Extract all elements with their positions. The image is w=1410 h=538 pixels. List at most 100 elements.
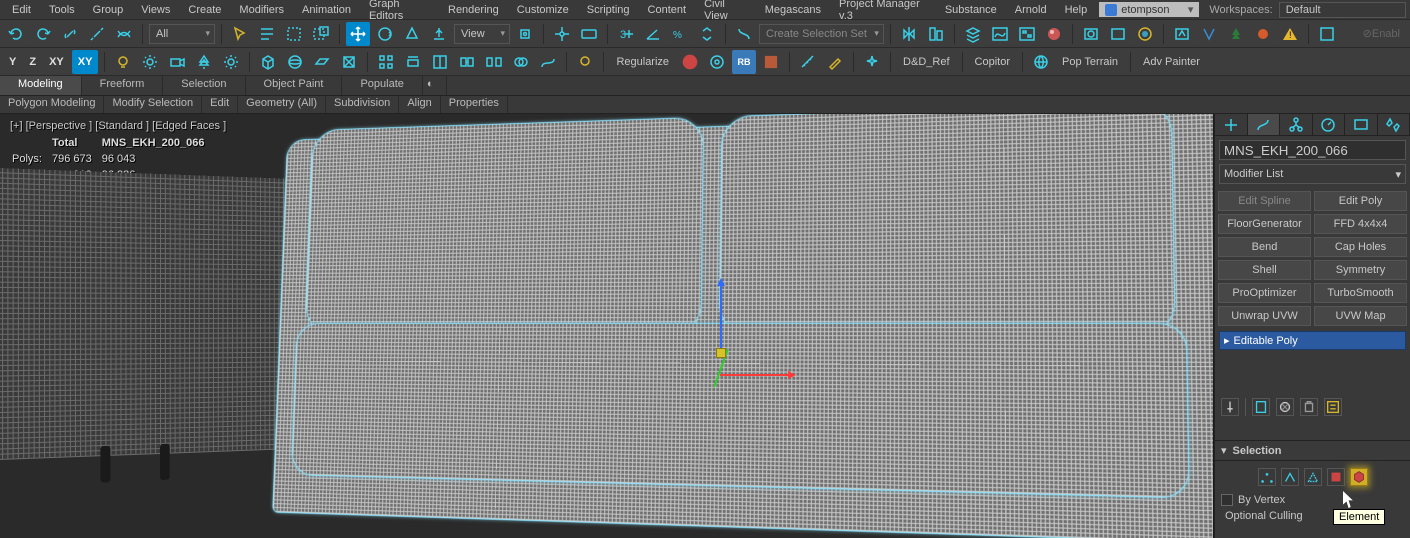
selection-filter[interactable]: All xyxy=(149,24,215,44)
menu-customize[interactable]: Customize xyxy=(509,2,577,18)
tree-icon[interactable] xyxy=(192,50,216,74)
ref-coord-system[interactable]: View xyxy=(454,24,510,44)
curve-editor-button[interactable] xyxy=(988,22,1012,46)
plane-icon[interactable] xyxy=(310,50,334,74)
menu-help[interactable]: Help xyxy=(1057,2,1096,18)
select-move-button[interactable] xyxy=(346,22,370,46)
polygon-level[interactable] xyxy=(1327,468,1345,486)
red-square-icon[interactable] xyxy=(759,50,783,74)
modifier-list-dropdown[interactable]: Modifier List▾ xyxy=(1219,164,1406,184)
render-button[interactable] xyxy=(1133,22,1157,46)
corona-button[interactable] xyxy=(1251,22,1275,46)
mod-shell[interactable]: Shell xyxy=(1218,260,1311,280)
select-scale-button[interactable] xyxy=(400,22,424,46)
tab-freeform[interactable]: Freeform xyxy=(82,76,164,95)
sub-edit[interactable]: Edit xyxy=(202,96,238,113)
sub-modify-selection[interactable]: Modify Selection xyxy=(104,96,202,113)
select-by-name-button[interactable] xyxy=(255,22,279,46)
show-end-result-icon[interactable] xyxy=(1252,398,1270,416)
element-level[interactable] xyxy=(1350,468,1368,486)
menu-modifiers[interactable]: Modifiers xyxy=(231,2,292,18)
light-bulb-icon[interactable] xyxy=(111,50,135,74)
hierarchy-tab[interactable] xyxy=(1280,114,1313,135)
modifier-stack[interactable]: ▸ Editable Poly xyxy=(1215,329,1410,392)
mod-edit-poly[interactable]: Edit Poly xyxy=(1314,191,1407,211)
menu-group[interactable]: Group xyxy=(85,2,132,18)
sun-icon[interactable] xyxy=(138,50,162,74)
sub-align[interactable]: Align xyxy=(399,96,440,113)
menu-create[interactable]: Create xyxy=(180,2,229,18)
create-tab[interactable] xyxy=(1215,114,1248,135)
rb-icon[interactable]: RB xyxy=(732,50,756,74)
pop-terrain-button[interactable]: Pop Terrain xyxy=(1056,56,1124,68)
measure-icon[interactable] xyxy=(796,50,820,74)
menu-civil-view[interactable]: Civil View xyxy=(696,0,755,24)
paint-icon[interactable] xyxy=(823,50,847,74)
mod-prooptimizer[interactable]: ProOptimizer xyxy=(1218,283,1311,303)
vertex-level[interactable] xyxy=(1258,468,1276,486)
menu-animation[interactable]: Animation xyxy=(294,2,359,18)
by-vertex-checkbox[interactable]: By Vertex xyxy=(1221,492,1404,508)
make-unique-icon[interactable] xyxy=(1276,398,1294,416)
window-crossing-button[interactable] xyxy=(309,22,333,46)
select-region-rect-button[interactable] xyxy=(282,22,306,46)
path-icon[interactable] xyxy=(536,50,560,74)
menu-substance[interactable]: Substance xyxy=(937,2,1005,18)
vray-button[interactable] xyxy=(1197,22,1221,46)
script-listener-button[interactable] xyxy=(1315,22,1339,46)
mod-ffd[interactable]: FFD 4x4x4 xyxy=(1314,214,1407,234)
array-icon[interactable] xyxy=(374,50,398,74)
named-selection-set[interactable]: Create Selection Set xyxy=(759,24,884,44)
menu-edit[interactable]: Edit xyxy=(4,2,39,18)
link-button[interactable] xyxy=(58,22,82,46)
tab-selection[interactable]: Selection xyxy=(163,76,245,95)
detach-icon[interactable] xyxy=(482,50,506,74)
menu-views[interactable]: Views xyxy=(133,2,178,18)
menu-graph-editors[interactable]: Graph Editors xyxy=(361,0,438,24)
sub-geometry-all[interactable]: Geometry (All) xyxy=(238,96,326,113)
unlink-button[interactable] xyxy=(85,22,109,46)
select-place-button[interactable] xyxy=(427,22,451,46)
tab-populate[interactable]: Populate xyxy=(342,76,422,95)
menu-rendering[interactable]: Rendering xyxy=(440,2,507,18)
snap-toggle-button[interactable]: 3 xyxy=(614,22,638,46)
manipulate-button[interactable] xyxy=(550,22,574,46)
tab-modeling[interactable]: Modeling xyxy=(0,76,82,95)
bind-button[interactable] xyxy=(112,22,136,46)
modify-tab[interactable] xyxy=(1248,114,1281,135)
sub-properties[interactable]: Properties xyxy=(441,96,508,113)
sub-subdivision[interactable]: Subdivision xyxy=(326,96,399,113)
schematic-view-button[interactable] xyxy=(1015,22,1039,46)
open-autodesk-button[interactable] xyxy=(1170,22,1194,46)
forest-button[interactable] xyxy=(1224,22,1248,46)
remove-mod-icon[interactable] xyxy=(1300,398,1318,416)
spinner-snap-button[interactable] xyxy=(695,22,719,46)
viewport-label[interactable]: [+] [Perspective ] [Standard ] [Edged Fa… xyxy=(10,120,226,132)
undo-button[interactable] xyxy=(4,22,28,46)
camera-icon[interactable] xyxy=(165,50,189,74)
target-icon[interactable] xyxy=(705,50,729,74)
stack-editable-poly[interactable]: ▸ Editable Poly xyxy=(1219,331,1406,350)
material-editor-button[interactable] xyxy=(1042,22,1066,46)
object-name-input[interactable] xyxy=(1219,140,1406,160)
mod-unwrap-uvw[interactable]: Unwrap UVW xyxy=(1218,306,1311,326)
bulb2-icon[interactable] xyxy=(573,50,597,74)
mod-turbosmooth[interactable]: TurboSmooth xyxy=(1314,283,1407,303)
ribbon-toggle-icon[interactable]: ◐ xyxy=(423,76,447,95)
mod-cap-holes[interactable]: Cap Holes xyxy=(1314,237,1407,257)
user-account[interactable]: etompson ▾ xyxy=(1099,2,1199,17)
menu-arnold[interactable]: Arnold xyxy=(1007,2,1055,18)
mod-uvw-map[interactable]: UVW Map xyxy=(1314,306,1407,326)
utilities-tab[interactable] xyxy=(1378,114,1410,135)
proxy-icon[interactable] xyxy=(337,50,361,74)
menu-megascans[interactable]: Megascans xyxy=(757,2,829,18)
dnd-ref-button[interactable]: D&D_Ref xyxy=(897,56,955,68)
menu-scripting[interactable]: Scripting xyxy=(579,2,638,18)
render-frame-button[interactable] xyxy=(1106,22,1130,46)
axis-y-button[interactable]: Y xyxy=(4,50,21,74)
edge-level[interactable] xyxy=(1281,468,1299,486)
regularize-button[interactable]: Regularize xyxy=(610,56,675,68)
menu-tools[interactable]: Tools xyxy=(41,2,83,18)
sphere-icon[interactable] xyxy=(283,50,307,74)
pivot-center-button[interactable] xyxy=(513,22,537,46)
